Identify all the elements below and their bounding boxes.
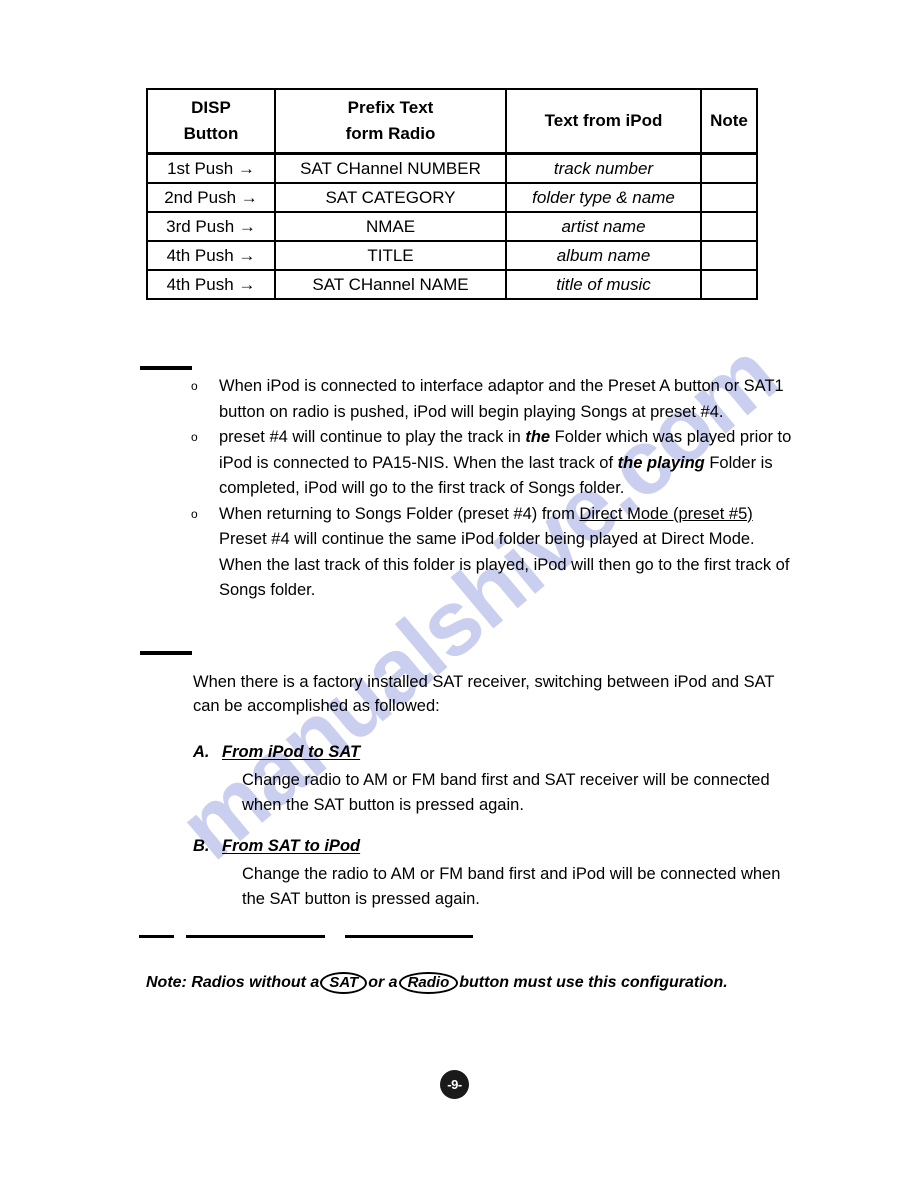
- cell-note: [700, 240, 758, 271]
- sat-item-b-letter: B.: [193, 837, 210, 855]
- cell-note: [700, 152, 758, 184]
- radio-oval-label: Radio: [398, 972, 459, 994]
- section-rule-bullets: [140, 366, 192, 370]
- bullet-text: When iPod is connected to interface adap…: [219, 377, 784, 421]
- table-header-line1: Note: [710, 111, 748, 130]
- cell-push: 3rd Push →: [146, 211, 276, 242]
- table-header-line1: DISP: [191, 98, 231, 117]
- sat-item-a-letter: A.: [193, 743, 210, 761]
- footer-note-prefix: Note: Radios without a: [146, 974, 320, 991]
- sat-item-b-body: Change the radio to AM or FM band first …: [242, 865, 781, 908]
- cell-note: [700, 211, 758, 242]
- sat-item-a-title: From iPod to SAT: [222, 743, 361, 761]
- table-row: 4th Push → SAT CHannel NAME title of mus…: [146, 269, 758, 300]
- sat-item-a-body: Change radio to AM or FM band first and …: [242, 771, 770, 814]
- cell-ipod: artist name: [505, 211, 702, 242]
- cell-prefix: TITLE: [274, 240, 507, 271]
- table-row: 4th Push → TITLE album name: [146, 240, 758, 271]
- bullet-text: When returning to Songs Folder (preset #…: [219, 504, 790, 600]
- cell-prefix: SAT CHannel NAME: [274, 269, 507, 300]
- footer-rule-3: [345, 935, 473, 938]
- table-header-note: Note: [700, 88, 758, 155]
- sat-item-a: A. From iPod to SAT Change radio to AM o…: [193, 740, 793, 818]
- cell-push: 4th Push →: [146, 240, 276, 271]
- table-row: 1st Push → SAT CHannel NUMBER track numb…: [146, 152, 758, 184]
- cell-ipod: folder type & name: [505, 182, 702, 213]
- page-number-badge: -9-: [440, 1070, 469, 1099]
- cell-prefix: NMAE: [274, 211, 507, 242]
- cell-ipod: track number: [505, 152, 702, 184]
- list-item: o When iPod is connected to interface ad…: [188, 374, 798, 425]
- footer-note-suffix: button must use this configuration.: [459, 974, 728, 991]
- bullet-text: preset #4 will continue to play the trac…: [219, 428, 792, 497]
- disp-button-table: DISP Button Prefix Text form Radio Text …: [146, 88, 758, 300]
- section-rule-sat: [140, 651, 192, 655]
- sat-item-b-title: From SAT to iPod: [222, 837, 361, 855]
- cell-push: 2nd Push →: [146, 182, 276, 213]
- table-header-prefix-text: Prefix Text form Radio: [274, 88, 507, 155]
- cell-push: 4th Push →: [146, 269, 276, 300]
- sat-item-b-heading: B. From SAT to iPod: [193, 834, 793, 858]
- list-item: o preset #4 will continue to play the tr…: [188, 425, 798, 502]
- cell-note: [700, 269, 758, 300]
- table-row: 2nd Push → SAT CATEGORY folder type & na…: [146, 182, 758, 213]
- bullet-list: o When iPod is connected to interface ad…: [188, 374, 798, 604]
- bullet-marker-icon: o: [191, 506, 198, 521]
- document-page: DISP Button Prefix Text form Radio Text …: [0, 0, 918, 1188]
- table-header-disp-button: DISP Button: [146, 88, 276, 155]
- cell-push: 1st Push →: [146, 152, 276, 184]
- table-header-text-from-ipod: Text from iPod: [505, 88, 702, 155]
- bullet-marker-icon: o: [191, 430, 198, 444]
- footer-rule-1: [139, 935, 174, 938]
- footer-note: Note: Radios without a SAT or a Radio bu…: [146, 972, 728, 994]
- sat-switching-section: When there is a factory installed SAT re…: [193, 670, 793, 928]
- cell-note: [700, 182, 758, 213]
- bullet-marker-icon: o: [191, 379, 198, 393]
- footer-note-middle: or a: [368, 974, 398, 991]
- list-item: o When returning to Songs Folder (preset…: [188, 502, 798, 604]
- cell-prefix: SAT CATEGORY: [274, 182, 507, 213]
- table-row: 3rd Push → NMAE artist name: [146, 211, 758, 242]
- cell-prefix: SAT CHannel NUMBER: [274, 152, 507, 184]
- cell-ipod: album name: [505, 240, 702, 271]
- cell-ipod: title of music: [505, 269, 702, 300]
- table-header-row: DISP Button Prefix Text form Radio Text …: [146, 88, 758, 155]
- table-header-line1: Text from iPod: [544, 111, 663, 130]
- sat-item-a-heading: A. From iPod to SAT: [193, 740, 793, 764]
- footer-rule-2: [186, 935, 325, 938]
- table-header-line2: form Radio: [345, 124, 436, 143]
- table-header-line2: Button: [183, 124, 239, 143]
- sat-oval-label: SAT: [320, 972, 368, 994]
- sat-item-b: B. From SAT to iPod Change the radio to …: [193, 834, 793, 912]
- table-header-line1: Prefix Text: [347, 98, 434, 117]
- sat-section-intro: When there is a factory installed SAT re…: [193, 673, 775, 715]
